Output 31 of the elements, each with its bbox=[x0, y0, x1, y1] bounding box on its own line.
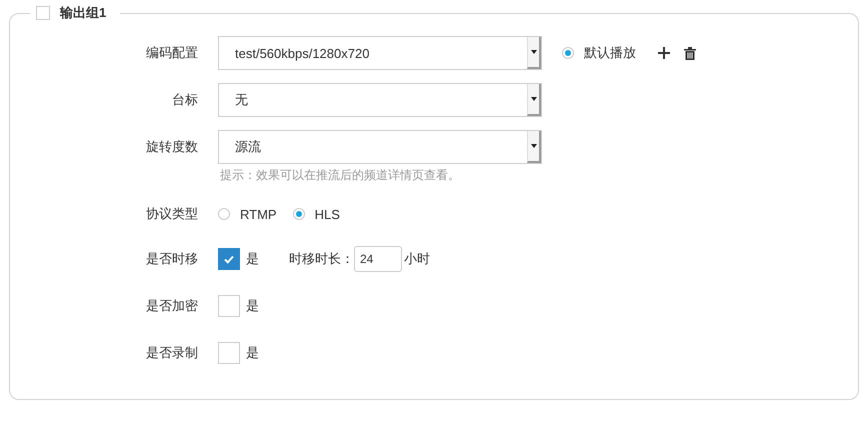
plus-icon[interactable] bbox=[658, 47, 670, 59]
checkbox[interactable] bbox=[218, 295, 240, 317]
select-field[interactable]: 源流 bbox=[218, 130, 542, 164]
checkbox-label: 是 bbox=[246, 250, 259, 268]
checkbox-label: 是 bbox=[246, 297, 259, 315]
unit-label: 小时 bbox=[404, 250, 430, 268]
checkbox[interactable] bbox=[218, 248, 240, 270]
field-label: 协议类型 bbox=[145, 205, 198, 223]
caret-icon bbox=[530, 50, 536, 54]
default-play-radio[interactable]: 默认播放 bbox=[562, 44, 636, 62]
hint-text: 提示：效果可以在推流后的频道详情页查看。 bbox=[220, 167, 461, 181]
field-label: 是否时移 bbox=[145, 250, 198, 268]
checkbox[interactable] bbox=[36, 6, 50, 20]
caret-icon bbox=[530, 97, 536, 101]
trash-icon[interactable] bbox=[684, 46, 696, 60]
field-label: 编码配置 bbox=[145, 44, 198, 62]
group-title: 输出组1 bbox=[60, 4, 106, 22]
duration-input[interactable]: 24 bbox=[354, 246, 402, 272]
checkmark-icon bbox=[223, 253, 235, 265]
duration-label: 时移时长： bbox=[289, 250, 354, 268]
select-field[interactable]: test/560kbps/1280x720 bbox=[218, 36, 542, 70]
field-label: 是否录制 bbox=[145, 344, 198, 362]
checkbox-label: 是 bbox=[246, 344, 259, 362]
caret-icon bbox=[530, 144, 536, 148]
field-label: 是否加密 bbox=[145, 297, 198, 315]
checkbox[interactable] bbox=[218, 342, 240, 364]
protocol-radio[interactable]: RTMP bbox=[218, 206, 277, 222]
field-label: 旋转度数 bbox=[145, 138, 198, 156]
field-label: 台标 bbox=[171, 91, 198, 109]
protocol-radio[interactable]: HLS bbox=[292, 206, 340, 222]
select-field[interactable]: 无 bbox=[218, 83, 542, 117]
